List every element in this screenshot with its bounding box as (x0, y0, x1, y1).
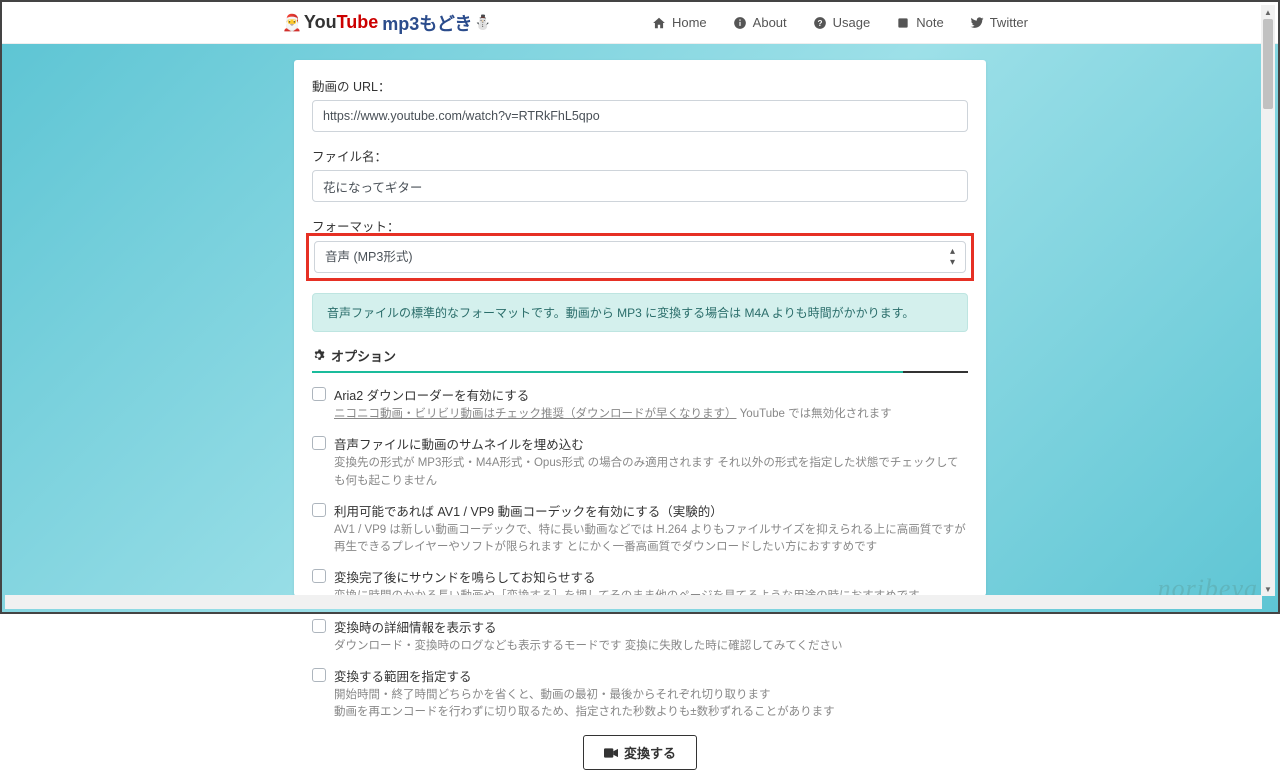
option-verbose: 変換時の詳細情報を表示する ダウンロード・変換時のログなども表示するモードです … (312, 617, 968, 655)
filename-label: ファイル名： (312, 146, 968, 165)
option-range: 変換する範囲を指定する 開始時間・終了時間どちらかを省くと、動画の最初・最後から… (312, 666, 968, 722)
santa-hat-icon: 🎅 (282, 13, 302, 33)
brand-tube: Tube (337, 12, 379, 33)
url-label: 動画の URL： (312, 76, 968, 95)
option-title: 変換時の詳細情報を表示する (334, 617, 968, 636)
scroll-thumb[interactable] (1263, 19, 1273, 109)
snowman-icon: ⛄ (474, 14, 491, 31)
navbar: 🎅 YouTube mp3もどき ⛄ Home About ? Usage No… (2, 2, 1278, 44)
main-background: 動画の URL： ファイル名： フォーマット： 音声 (MP3形式) ▴▾ 音声… (2, 44, 1278, 612)
options-header: オプション (312, 346, 968, 373)
nav-note[interactable]: Note (896, 15, 943, 30)
scroll-up-arrow[interactable]: ▲ (1261, 5, 1275, 19)
scroll-down-arrow[interactable]: ▼ (1261, 582, 1275, 596)
option-title: 変換する範囲を指定する (334, 666, 968, 685)
note-icon (896, 16, 910, 30)
form-card: 動画の URL： ファイル名： フォーマット： 音声 (MP3形式) ▴▾ 音声… (294, 60, 986, 596)
nav-usage[interactable]: ? Usage (813, 15, 871, 30)
twitter-icon (970, 16, 984, 30)
option-desc: 変換先の形式が MP3形式・M4A形式・Opus形式 の場合のみ適用されます そ… (334, 455, 968, 490)
horizontal-scrollbar[interactable] (5, 595, 1262, 609)
nav-twitter[interactable]: Twitter (970, 15, 1028, 30)
option-title: Aria2 ダウンローダーを有効にする (334, 385, 968, 404)
checkbox-aria2[interactable] (312, 387, 326, 401)
checkbox-range[interactable] (312, 668, 326, 682)
filename-input[interactable] (312, 170, 968, 202)
vertical-scrollbar[interactable]: ▲ ▼ (1261, 5, 1275, 596)
info-icon (733, 16, 747, 30)
brand-you: You (304, 12, 337, 33)
svg-text:?: ? (817, 18, 822, 27)
nav-links: Home About ? Usage Note Twitter (652, 15, 1028, 30)
checkbox-sound[interactable] (312, 569, 326, 583)
checkbox-thumbnail[interactable] (312, 436, 326, 450)
brand-mp3modoki: mp3もどき (382, 10, 472, 36)
option-desc: ニコニコ動画・ビリビリ動画はチェック推奨（ダウンロードが早くなります） YouT… (334, 406, 968, 423)
url-input[interactable] (312, 100, 968, 132)
convert-button[interactable]: 変換する (583, 735, 697, 770)
option-title: 音声ファイルに動画のサムネイルを埋め込む (334, 434, 968, 453)
home-icon (652, 16, 666, 30)
format-select[interactable]: 音声 (MP3形式) (314, 241, 966, 273)
checkbox-verbose[interactable] (312, 619, 326, 633)
option-desc: ダウンロード・変換時のログなども表示するモードです 変換に失敗した時に確認してみ… (334, 638, 968, 655)
format-select-highlight: 音声 (MP3形式) ▴▾ (306, 233, 974, 281)
option-title: 利用可能であれば AV1 / VP9 動画コーデックを有効にする（実験的） (334, 501, 968, 520)
brand-logo[interactable]: 🎅 YouTube mp3もどき ⛄ (282, 10, 492, 36)
option-thumbnail: 音声ファイルに動画のサムネイルを埋め込む 変換先の形式が MP3形式・M4A形式… (312, 434, 968, 490)
checkbox-av1vp9[interactable] (312, 503, 326, 517)
option-title: 変換完了後にサウンドを鳴らしてお知らせする (334, 567, 968, 586)
nav-home[interactable]: Home (652, 15, 707, 30)
option-aria2: Aria2 ダウンローダーを有効にする ニコニコ動画・ビリビリ動画はチェック推奨… (312, 385, 968, 423)
gear-icon (312, 349, 325, 362)
option-desc: 開始時間・終了時間どちらかを省くと、動画の最初・最後からそれぞれ切り取ります 動… (334, 687, 968, 722)
nav-about[interactable]: About (733, 15, 787, 30)
question-icon: ? (813, 16, 827, 30)
video-icon (604, 747, 618, 759)
option-desc: AV1 / VP9 は新しい動画コーデックで、特に長い動画などでは H.264 … (334, 522, 968, 557)
option-av1vp9: 利用可能であれば AV1 / VP9 動画コーデックを有効にする（実験的） AV… (312, 501, 968, 557)
format-info-alert: 音声ファイルの標準的なフォーマットです。動画から MP3 に変換する場合は M4… (312, 293, 968, 332)
